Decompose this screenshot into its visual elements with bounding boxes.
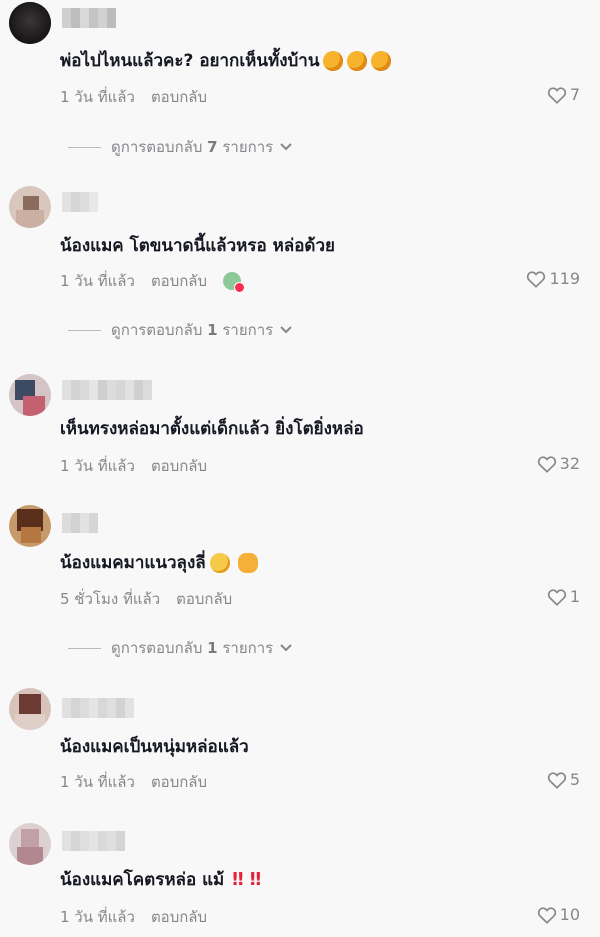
- double-exclamation-icon: ‼ ‼: [232, 869, 262, 890]
- comment-text: เห็นทรงหล่อมาตั้งแต่เด็กแล้ว ยิ่งโตยิ่งห…: [60, 419, 364, 439]
- view-replies-button[interactable]: ดูการตอบกลับ 7 รายการ: [68, 135, 293, 159]
- heart-icon: [547, 86, 566, 104]
- timestamp: 1 วัน ที่แล้ว: [60, 773, 135, 791]
- avatar[interactable]: [9, 186, 51, 228]
- comment-meta: 1 วัน ที่แล้ว ตอบกลับ: [60, 770, 207, 794]
- timestamp: 1 วัน ที่แล้ว: [60, 908, 135, 926]
- like-count: 10: [559, 905, 580, 924]
- timestamp: 1 วัน ที่แล้ว: [60, 272, 135, 290]
- reply-button[interactable]: ตอบกลับ: [151, 269, 207, 293]
- grinning-face-icon: [209, 552, 230, 573]
- divider: [68, 647, 101, 649]
- like-count: 1: [569, 587, 580, 606]
- comment-meta: 5 ชั่วโมง ที่แล้ว ตอบกลับ: [60, 587, 232, 611]
- like-button[interactable]: 1: [547, 587, 580, 606]
- view-replies-button[interactable]: ดูการตอบกลับ 1 รายการ: [68, 636, 293, 660]
- view-replies-count: 1: [207, 639, 218, 657]
- smiling-face-hearts-icon: [237, 552, 258, 573]
- comment-text-row: น้องแมคโคตรหล่อ แม้ ‼ ‼: [60, 866, 261, 893]
- comment-text-row: น้องแมคเป็นหนุ่มหล่อแล้ว: [60, 733, 249, 760]
- reply-button[interactable]: ตอบกลับ: [151, 85, 207, 109]
- view-replies-count: 1: [207, 321, 218, 339]
- creator-liked-icon: [223, 272, 246, 293]
- avatar[interactable]: [9, 505, 51, 547]
- divider: [68, 146, 101, 148]
- reply-button[interactable]: ตอบกลับ: [151, 905, 207, 929]
- avatar[interactable]: [9, 2, 51, 44]
- like-button[interactable]: 119: [526, 269, 580, 288]
- username-blurred[interactable]: [62, 698, 134, 718]
- reply-button[interactable]: ตอบกลับ: [151, 454, 207, 478]
- heart-icon: [547, 771, 566, 789]
- view-replies-count: 7: [207, 138, 218, 156]
- comment-meta: 1 วัน ที่แล้ว ตอบกลับ: [60, 269, 246, 293]
- heart-icon: [547, 588, 566, 606]
- avatar[interactable]: [9, 374, 51, 416]
- view-replies-button[interactable]: ดูการตอบกลับ 1 รายการ: [68, 318, 293, 342]
- comment-text: น้องแมคโคตรหล่อ แม้: [60, 870, 225, 890]
- username-blurred[interactable]: [62, 831, 125, 851]
- laughing-face-icon: [347, 50, 368, 71]
- like-button[interactable]: 32: [537, 454, 580, 473]
- view-replies-suffix: รายการ: [222, 321, 274, 339]
- avatar[interactable]: [9, 688, 51, 730]
- timestamp: 1 วัน ที่แล้ว: [60, 88, 135, 106]
- username-blurred[interactable]: [62, 380, 152, 400]
- timestamp: 1 วัน ที่แล้ว: [60, 457, 135, 475]
- view-replies-suffix: รายการ: [222, 639, 274, 657]
- view-replies-suffix: รายการ: [222, 138, 274, 156]
- chevron-down-icon: [280, 326, 292, 334]
- comment-text-row: น้องแมคมาแนวลุงลี่: [60, 549, 258, 576]
- comment-text: น้องแมคเป็นหนุ่มหล่อแล้ว: [60, 737, 249, 757]
- avatar[interactable]: [9, 823, 51, 865]
- comment-text: น้องแมค โตขนาดนี้แล้วหรอ หล่อด้วย: [60, 236, 335, 256]
- heart-icon: [537, 906, 556, 924]
- username-blurred[interactable]: [62, 192, 98, 212]
- chevron-down-icon: [280, 143, 292, 151]
- username-blurred[interactable]: [62, 8, 116, 28]
- view-replies-prefix: ดูการตอบกลับ: [111, 321, 203, 339]
- comment-text-row: พ่อไปไหนแล้วคะ? อยากเห็นทั้งบ้าน: [60, 47, 392, 74]
- comment-text: พ่อไปไหนแล้วคะ? อยากเห็นทั้งบ้าน: [60, 51, 320, 71]
- timestamp: 5 ชั่วโมง ที่แล้ว: [60, 590, 161, 608]
- comment-text: น้องแมคมาแนวลุงลี่: [60, 553, 206, 573]
- chevron-down-icon: [280, 644, 292, 652]
- like-button[interactable]: 10: [537, 905, 580, 924]
- like-count: 5: [569, 770, 580, 789]
- reply-button[interactable]: ตอบกลับ: [176, 587, 232, 611]
- like-count: 7: [569, 85, 580, 104]
- comment-meta: 1 วัน ที่แล้ว ตอบกลับ: [60, 454, 207, 478]
- comment-meta: 1 วัน ที่แล้ว ตอบกลับ: [60, 85, 207, 109]
- like-button[interactable]: 5: [547, 770, 580, 789]
- heart-icon: [537, 455, 556, 473]
- like-button[interactable]: 7: [547, 85, 580, 104]
- like-count: 119: [549, 269, 580, 288]
- view-replies-prefix: ดูการตอบกลับ: [111, 639, 203, 657]
- comment-text-row: เห็นทรงหล่อมาตั้งแต่เด็กแล้ว ยิ่งโตยิ่งห…: [60, 415, 364, 442]
- comment-text-row: น้องแมค โตขนาดนี้แล้วหรอ หล่อด้วย: [60, 232, 335, 259]
- laughing-face-icon: [323, 50, 344, 71]
- laughing-face-icon: [371, 50, 392, 71]
- heart-icon: [527, 270, 546, 288]
- comment-meta: 1 วัน ที่แล้ว ตอบกลับ: [60, 905, 207, 929]
- like-count: 32: [559, 454, 580, 473]
- username-blurred[interactable]: [62, 513, 98, 533]
- divider: [68, 329, 101, 331]
- view-replies-prefix: ดูการตอบกลับ: [111, 138, 203, 156]
- reply-button[interactable]: ตอบกลับ: [151, 770, 207, 794]
